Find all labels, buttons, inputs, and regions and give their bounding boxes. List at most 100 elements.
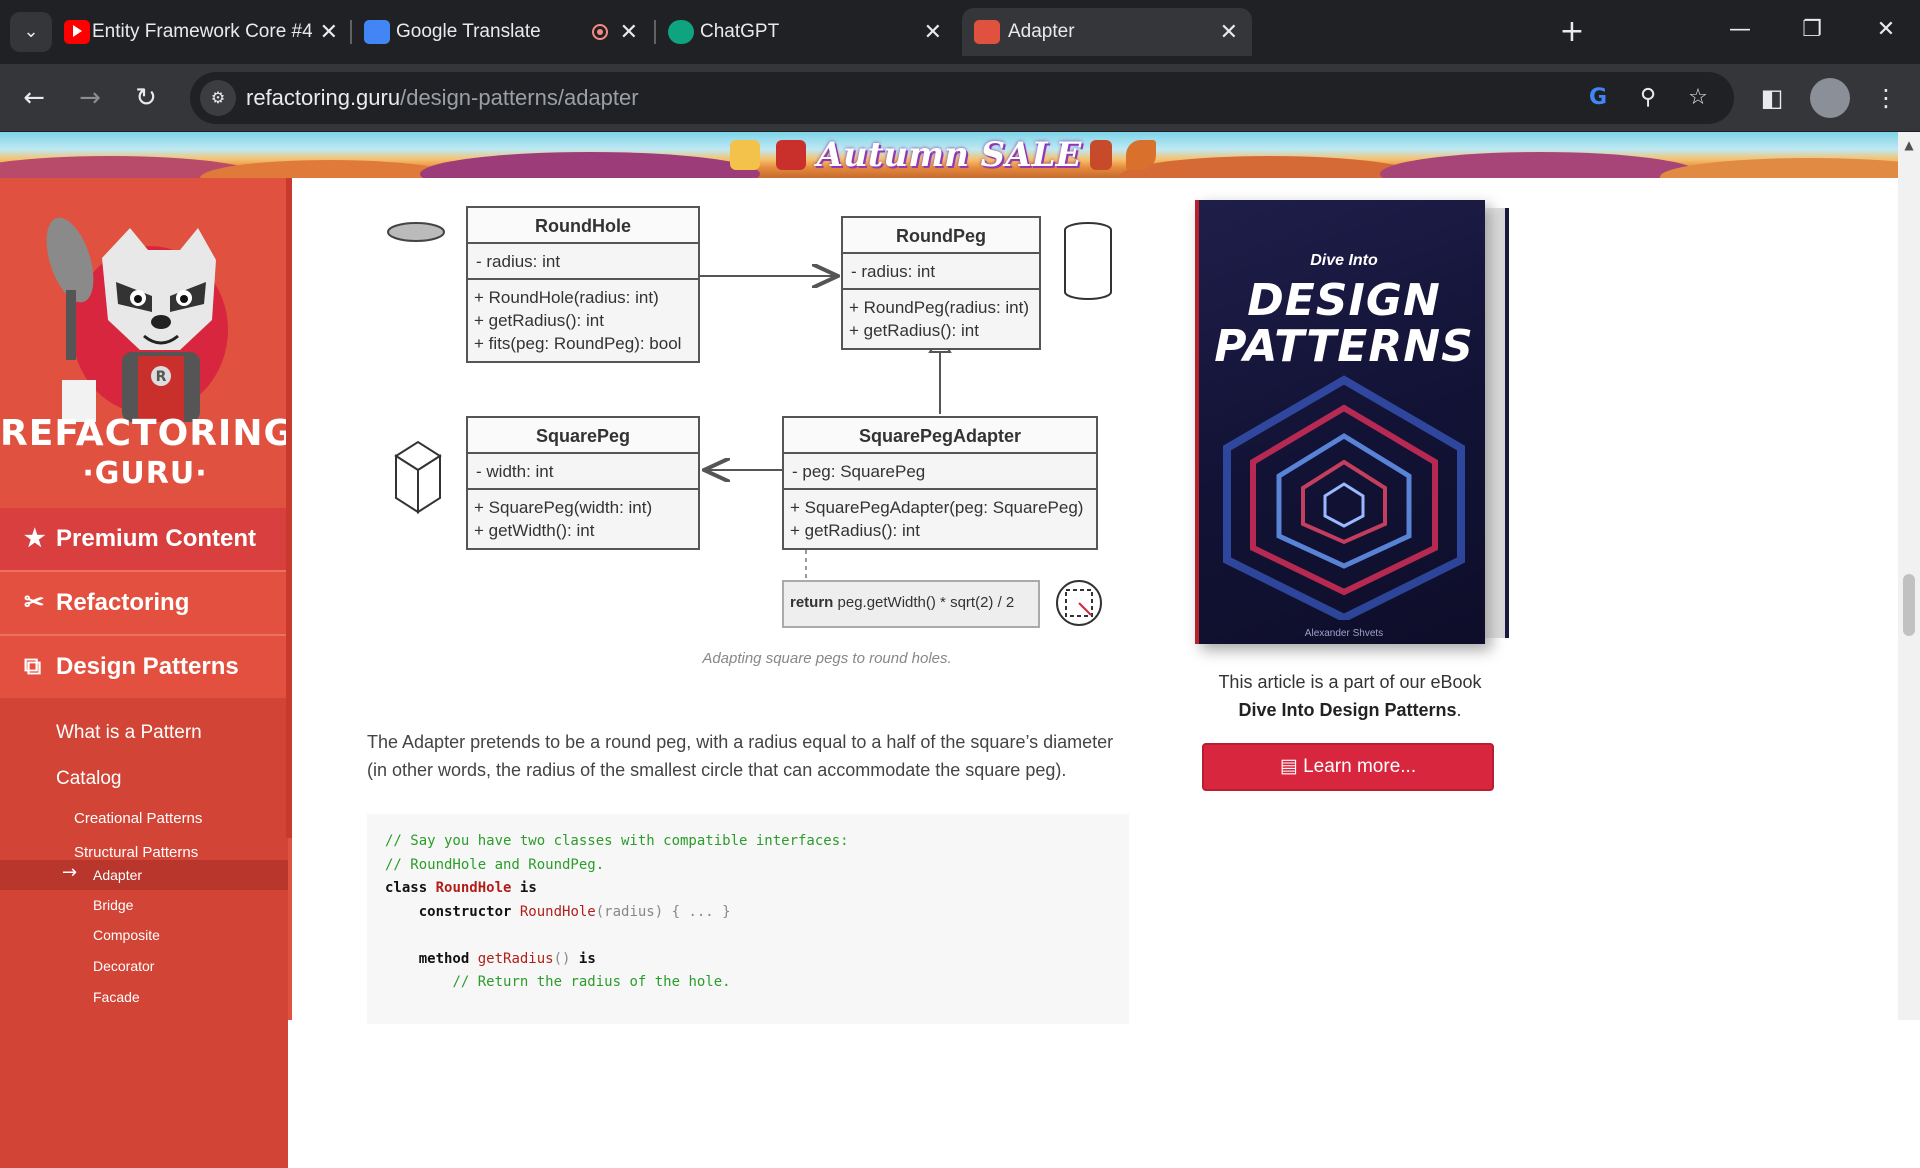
square-peg-icon (394, 440, 442, 514)
tab-search-button[interactable]: ⌄ (10, 12, 52, 52)
close-window-button[interactable]: ✕ (1866, 10, 1906, 50)
uml-class-squarepeg: SquarePeg - width: int + SquarePeg(width… (466, 416, 700, 550)
uml-class-roundhole: RoundHole - radius: int + RoundHole(radi… (466, 206, 700, 363)
profile-avatar[interactable] (1810, 78, 1850, 118)
sidebar-item-design-patterns[interactable]: ⧉ Design Patterns (0, 634, 288, 696)
reload-button[interactable]: ↻ (126, 78, 166, 118)
restore-button[interactable]: ❐ (1792, 10, 1832, 50)
note-text: peg.getWidth() * sqrt(2) / 2 (833, 594, 1015, 611)
class-field: - radius: int (468, 244, 698, 280)
tab-title: Adapter (1008, 21, 1075, 42)
book-icon: ▤ (1279, 756, 1298, 777)
book-title: DESIGN PATTERNS (1199, 278, 1489, 370)
new-tab-button[interactable]: + (1556, 12, 1588, 52)
site-info-icon[interactable]: ⚙ (200, 80, 236, 116)
book-front: Dive Into DESIGN PATTERNS Alexander Shve… (1195, 200, 1485, 644)
book-subtitle: Dive Into (1310, 252, 1378, 269)
sidebar-item-bridge[interactable]: Bridge (93, 894, 133, 916)
scroll-up-arrow-icon[interactable]: ▲ (1898, 138, 1920, 152)
class-name: RoundPeg (843, 218, 1039, 254)
hexagon-art-icon (1223, 375, 1465, 620)
tab-google-translate[interactable]: Google Translate ✕ (362, 8, 652, 56)
code-block[interactable]: // Say you have two classes with compati… (367, 814, 1129, 1024)
book-title-line1: DESIGN (1247, 275, 1441, 326)
sidebar-item-premium[interactable]: ★ Premium Content (0, 508, 288, 570)
banner-text: Autumn SALE (816, 135, 1082, 175)
ebook-cover[interactable]: Dive Into DESIGN PATTERNS Alexander Shve… (1195, 194, 1513, 646)
menu-kebab-icon[interactable]: ⋮ (1866, 78, 1906, 118)
close-tab-icon[interactable]: ✕ (320, 8, 338, 56)
sidebar: R REFACTORING ·GURU· ★ Premium Content ✂… (0, 178, 293, 1168)
sidebar-item-facade[interactable]: Facade (93, 986, 140, 1008)
class-field: - peg: SquarePeg (784, 454, 1096, 490)
bookmark-star-icon[interactable]: ☆ (1682, 82, 1714, 114)
round-hole-icon (387, 222, 445, 242)
ebook-note-line1: This article is a part of our eBook (1218, 672, 1482, 692)
autumn-sale-banner[interactable]: Autumn SALE (0, 132, 1898, 178)
book-title-line2: PATTERNS (1214, 321, 1474, 372)
minimize-button[interactable]: — (1720, 10, 1760, 50)
tab-title: ChatGPT (700, 21, 780, 42)
arrow-right-icon: → (62, 862, 78, 883)
code-args: () (553, 950, 571, 967)
google-lens-icon[interactable]: G (1582, 82, 1614, 114)
book-author: Alexander Shvets (1304, 628, 1384, 639)
page-scrollbar[interactable]: ▲ (1898, 132, 1920, 1020)
sidebar-item-decorator[interactable]: Decorator (93, 955, 154, 977)
main-content: RoundHole - radius: int + RoundHole(radi… (292, 178, 1898, 1024)
google-translate-icon (364, 20, 390, 44)
code-args: (radius) { ... } (595, 903, 731, 920)
url-text[interactable]: refactoring.guru/design-patterns/adapter (246, 72, 639, 124)
close-tab-icon[interactable]: ✕ (924, 8, 942, 56)
tab-adapter[interactable]: Adapter ✕ (962, 8, 1252, 56)
sidebar-item-label: Design Patterns (56, 653, 239, 680)
sidebar-item-adapter[interactable]: Adapter (93, 864, 142, 886)
recording-icon (592, 24, 608, 40)
tab-title: Google Translate (396, 21, 541, 42)
class-method: + getRadius(): int (849, 321, 979, 340)
class-methods: + SquarePegAdapter(peg: SquarePeg) + get… (784, 490, 1096, 548)
logo-wordmark[interactable]: REFACTORING ·GURU· (0, 414, 293, 494)
scissors-icon: ✂ (24, 589, 45, 616)
raccoon-logo-icon[interactable]: R (30, 200, 240, 432)
scrollbar-thumb[interactable] (1903, 574, 1915, 636)
article-paragraph: The Adapter pretends to be a round peg, … (367, 732, 1114, 780)
class-field: - radius: int (843, 254, 1039, 290)
zoom-icon[interactable]: ⚲ (1632, 82, 1664, 114)
address-bar[interactable]: ⚙ refactoring.guru/design-patterns/adapt… (190, 72, 1734, 124)
forward-button[interactable]: → (70, 78, 110, 118)
code-keyword: is (519, 880, 537, 896)
class-name: RoundHole (468, 208, 698, 244)
close-tab-icon[interactable]: ✕ (1220, 8, 1238, 56)
class-method: + SquarePegAdapter(peg: SquarePeg) (790, 498, 1084, 517)
chatgpt-icon (668, 20, 694, 44)
code-class-name: RoundHole (435, 880, 512, 896)
tab-youtube[interactable]: Entity Framework Core #4 - EF C ✕ (62, 8, 352, 56)
class-field: - width: int (468, 454, 698, 490)
class-method: + RoundPeg(radius: int) (849, 298, 1030, 317)
star-icon: ★ (24, 525, 46, 552)
class-method: + SquarePeg(width: int) (474, 498, 653, 517)
class-method: + RoundHole(radius: int) (474, 288, 659, 307)
code-keyword: is (578, 950, 596, 967)
sidebar-item-creational[interactable]: Creational Patterns (74, 808, 202, 830)
round-peg-icon (1064, 222, 1112, 300)
side-panel-icon[interactable]: ◧ (1752, 78, 1792, 118)
sidebar-item-refactoring[interactable]: ✂ Refactoring (0, 570, 288, 632)
url-host: refactoring.guru (246, 85, 401, 110)
sidebar-item-composite[interactable]: Composite (93, 924, 160, 946)
close-tab-icon[interactable]: ✕ (620, 8, 638, 56)
sidebar-item-catalog[interactable]: Catalog (56, 764, 122, 794)
back-button[interactable]: ← (14, 78, 54, 118)
logo-line2: ·GURU· (82, 456, 208, 491)
tab-chatgpt[interactable]: ChatGPT ✕ (666, 8, 956, 56)
tab-strip: ⌄ Entity Framework Core #4 - EF C ✕ Goog… (0, 0, 1920, 64)
learn-more-button[interactable]: ▤ Learn more... (1202, 743, 1494, 791)
sidebar-item-what-is-pattern[interactable]: What is a Pattern (56, 718, 202, 748)
ebook-note-title[interactable]: Dive Into Design Patterns (1238, 700, 1456, 720)
uml-class-roundpeg: RoundPeg - radius: int + RoundPeg(radius… (841, 216, 1041, 350)
class-name: SquarePegAdapter (784, 418, 1096, 454)
class-method: + getWidth(): int (474, 521, 595, 540)
uml-class-squarepegadapter: SquarePegAdapter - peg: SquarePeg + Squa… (782, 416, 1098, 550)
code-keyword: constructor (418, 903, 512, 920)
